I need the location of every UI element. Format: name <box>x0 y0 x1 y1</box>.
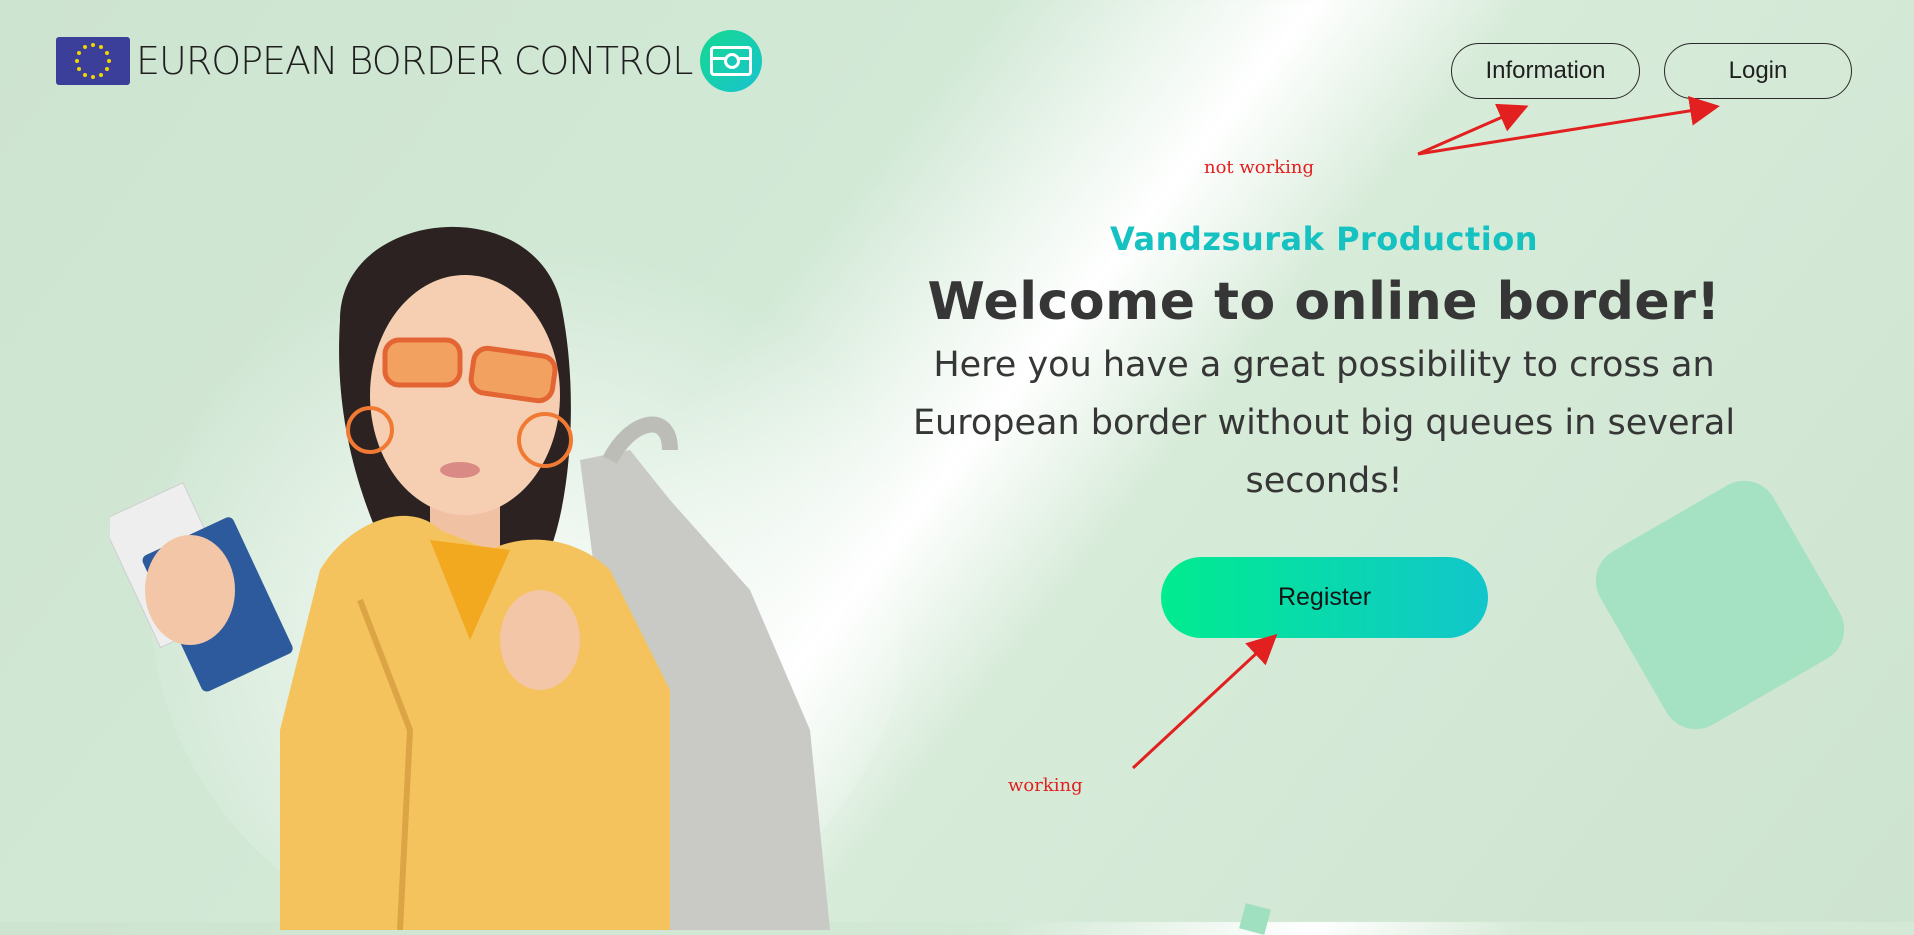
hero-image <box>110 226 900 930</box>
producer-label: Vandzsurak Production <box>1110 220 1538 258</box>
information-button[interactable]: Information <box>1451 43 1640 99</box>
arrow-to-register <box>1131 633 1278 770</box>
hero-description: Here you have a great possibility to cro… <box>912 345 1736 501</box>
id-card-icon <box>700 30 763 92</box>
hero-section: Vandzsurak Production Welcome to online … <box>900 220 1748 510</box>
arrow-to-login <box>1417 95 1720 156</box>
annotation-working: working <box>1008 775 1083 796</box>
annotation-not-working: not working <box>1204 157 1315 178</box>
eu-flag-icon <box>56 37 130 85</box>
brand-name: EUROPEAN BORDER CONTROL <box>136 39 693 83</box>
brand-logo[interactable]: EUROPEAN BORDER CONTROL <box>56 30 763 92</box>
arrow-to-information <box>1417 103 1529 156</box>
login-button[interactable]: Login <box>1664 43 1852 99</box>
register-button[interactable]: Register <box>1161 557 1488 638</box>
decorative-small-square <box>1239 903 1271 935</box>
page-title: Welcome to online border! <box>927 272 1721 332</box>
